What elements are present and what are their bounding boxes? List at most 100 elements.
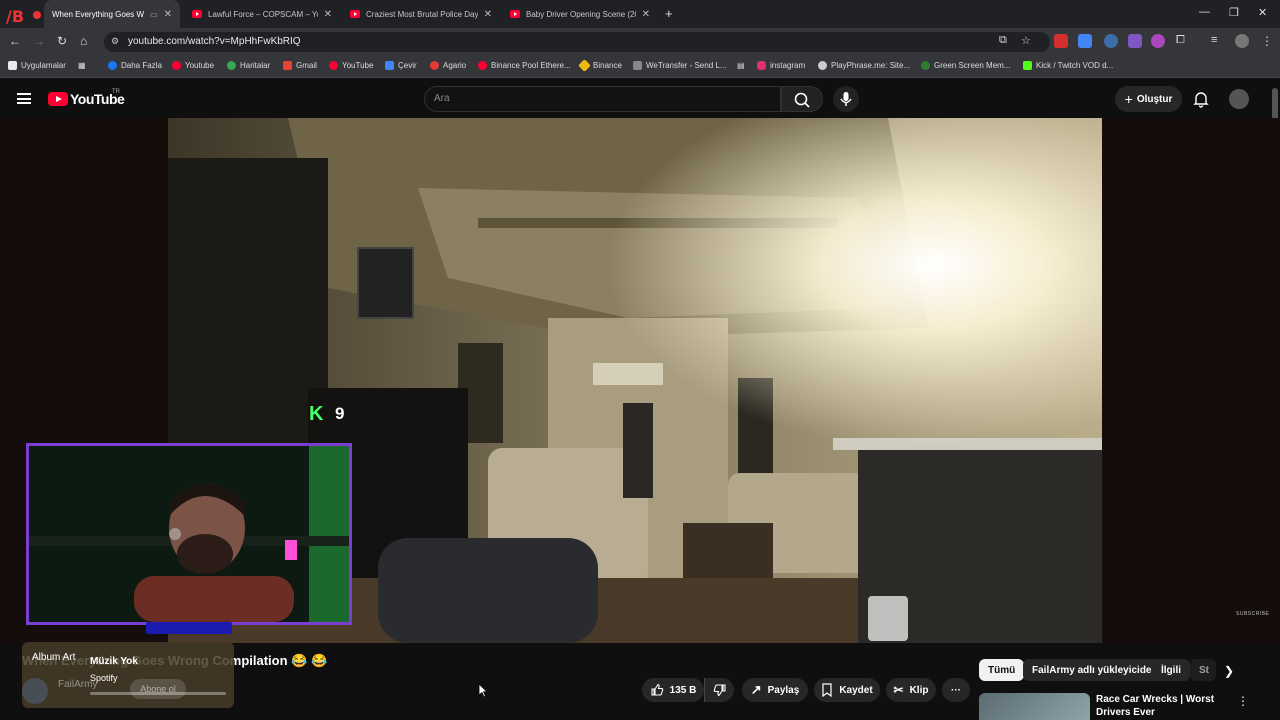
minimize-button[interactable]: — [1199, 6, 1210, 18]
maximize-button[interactable]: ❐ [1229, 6, 1239, 19]
like-button[interactable]: 135 B [642, 678, 704, 702]
back-icon[interactable]: ← [9, 34, 21, 48]
bookmark-kick-vod[interactable]: Kick / Twitch VOD d... [1023, 61, 1113, 70]
extension-icon[interactable] [1054, 34, 1068, 48]
youtube-icon [329, 61, 338, 70]
close-icon[interactable]: ✕ [164, 9, 172, 20]
album-art-image: Album Art [32, 652, 76, 663]
media-control-icon[interactable]: ≡ [1211, 34, 1217, 46]
bookmark-cevir[interactable]: Çevir [385, 61, 417, 70]
chip-related[interactable]: İlgili [1152, 659, 1190, 681]
menu-icon[interactable]: ⋮ [1261, 34, 1273, 48]
close-icon[interactable]: ✕ [484, 9, 492, 20]
bookmark-youtube-2[interactable]: YouTube [329, 61, 373, 70]
search-input[interactable] [424, 86, 781, 112]
chip-partial[interactable]: St [1190, 659, 1216, 681]
bookmark-wetransfer[interactable]: WeTransfer - Send L... [633, 61, 726, 70]
close-icon[interactable]: ✕ [642, 9, 650, 20]
forward-icon[interactable]: → [33, 34, 45, 48]
pen-extension-icon[interactable] [1128, 34, 1142, 48]
share-button[interactable]: ↗ Paylaş [742, 678, 808, 702]
bookmark-label: Agario [443, 61, 467, 70]
notifications-bell-icon[interactable] [1192, 90, 1210, 113]
subscribe-button[interactable]: Abone ol [130, 679, 186, 699]
bookmark-youtube[interactable]: Youtube [172, 61, 214, 70]
bookmark-star-icon[interactable]: ☆ [1021, 34, 1031, 47]
more-actions-button[interactable]: ··· [942, 678, 970, 702]
bookmark-haritalar[interactable]: Haritalar [227, 61, 270, 70]
streamer-name-plate [146, 622, 232, 634]
bookmark-icon [822, 683, 832, 697]
bookmark-instagram[interactable]: instagram [757, 61, 805, 70]
microphone-icon [840, 92, 852, 106]
tab-active[interactable]: When Everything Goes Wrong ▭ ✕ [44, 0, 180, 28]
search-placeholder: Ara [434, 93, 450, 104]
kick-icon [1023, 61, 1032, 70]
translate-icon [385, 61, 394, 70]
clip-button[interactable]: ✂ Klip [886, 678, 936, 702]
bookmark-apps[interactable]: Uygulamalar [8, 61, 66, 70]
bookmark-label: YouTube [342, 61, 374, 70]
install-icon[interactable]: ⧉ [999, 34, 1007, 47]
document-icon[interactable]: ▤ [737, 61, 745, 70]
tab-title: Lawful Force – COPSCAM – You [208, 9, 318, 19]
webcam-image [29, 446, 349, 622]
youtube-logo-icon[interactable] [48, 92, 68, 106]
bookmark-label: Uygulamalar [21, 61, 66, 70]
channel-avatar[interactable] [22, 678, 48, 704]
save-button[interactable]: Kaydet [814, 678, 880, 702]
home-icon[interactable]: ⌂ [80, 34, 87, 48]
tab-baby-driver[interactable]: Baby Driver Opening Scene (20 ✕ [502, 0, 658, 28]
close-window-button[interactable]: ✕ [1258, 6, 1267, 19]
youtube-icon [350, 10, 360, 18]
url-text[interactable]: youtube.com/watch?v=MpHhFwKbRIQ [128, 36, 301, 47]
tab-title: Craziest Most Brutal Police Day [366, 9, 478, 19]
bookmark-binance-pool[interactable]: Binance Pool Ethere... [478, 61, 571, 70]
bookmark-label: Gmail [296, 61, 317, 70]
recommendation-more-icon[interactable]: ⋮ [1237, 694, 1249, 708]
extension-icon[interactable] [1151, 34, 1165, 48]
bookmark-label: WeTransfer - Send L... [646, 61, 727, 70]
grid-icon[interactable]: ▦ [78, 61, 86, 70]
bookmark-agario[interactable]: Agario [430, 61, 466, 70]
bookmark-label: Daha Fazla [121, 61, 162, 70]
bookmark-label: Binance Pool Ethere... [491, 61, 571, 70]
share-icon: ↗ [750, 682, 762, 697]
close-icon[interactable]: ✕ [324, 9, 332, 20]
facebook-icon [108, 61, 117, 70]
bookmark-label: instagram [770, 61, 806, 70]
channel-name[interactable]: FailArmy [58, 679, 97, 690]
create-button[interactable]: + Oluştur [1115, 86, 1182, 112]
site-info-icon[interactable]: ⚙ [111, 36, 119, 47]
dislike-button[interactable] [704, 678, 734, 702]
chip-all[interactable]: Tümü [979, 659, 1025, 681]
tab-police-day[interactable]: Craziest Most Brutal Police Day ✕ [342, 0, 500, 28]
account-avatar[interactable] [1229, 89, 1249, 109]
tab-lawful-force[interactable]: Lawful Force – COPSCAM – You ✕ [184, 0, 340, 28]
bookmark-label: Çevir [398, 61, 417, 70]
youtube-icon [192, 10, 202, 18]
chevron-right-icon[interactable]: ❯ [1224, 664, 1234, 678]
chip-from-uploader[interactable]: FailArmy adlı yükleyiciden [1023, 659, 1167, 681]
reload-icon[interactable]: ↻ [57, 34, 67, 48]
hamburger-menu-icon[interactable] [17, 93, 31, 104]
save-label: Kaydet [839, 684, 873, 696]
now-playing-track: Müzik Yok [90, 656, 138, 667]
profile-avatar[interactable] [1235, 34, 1249, 48]
maps-icon [227, 61, 236, 70]
extension-icon[interactable] [1104, 34, 1118, 48]
voice-search-button[interactable] [833, 86, 859, 112]
search-button[interactable] [781, 86, 823, 112]
bookmark-green-screen[interactable]: Green Screen Mem... [921, 61, 1010, 70]
bookmark-binance[interactable]: Binance [578, 59, 622, 72]
new-tab-button[interactable]: + [665, 6, 673, 21]
bookmark-gmail[interactable]: Gmail [283, 61, 317, 70]
bookmark-daha-fazla[interactable]: Daha Fazla [108, 61, 162, 70]
recommendation-thumbnail[interactable] [979, 693, 1090, 720]
bookmark-playphrase[interactable]: PlayPhrase.me: Site... [818, 61, 910, 70]
recommendation-title[interactable]: Race Car Wrecks | Worst Drivers Ever [1096, 693, 1234, 719]
puzzle-icon[interactable]: ⧠ [1176, 34, 1185, 47]
plus-icon: + [1124, 91, 1133, 107]
translate-extension-icon[interactable] [1078, 34, 1092, 48]
thumbs-up-icon [651, 683, 663, 696]
